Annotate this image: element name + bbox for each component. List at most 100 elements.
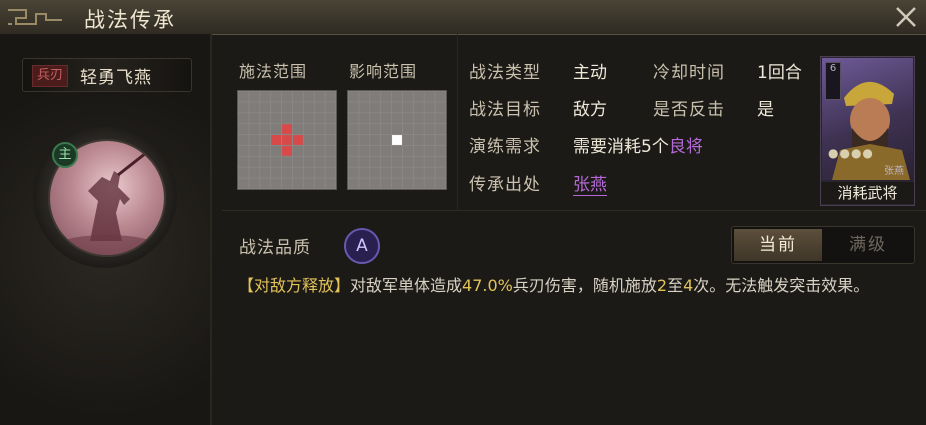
range-cell	[249, 102, 260, 113]
range-cell	[359, 113, 370, 124]
range-cell	[392, 178, 402, 189]
range-cell	[314, 135, 325, 145]
range-cell	[325, 145, 336, 156]
range-cell	[314, 102, 325, 113]
range-cell	[292, 145, 303, 156]
range-cell	[292, 178, 303, 189]
range-cell	[381, 145, 392, 156]
range-cell	[260, 113, 271, 124]
range-cell	[238, 91, 249, 102]
close-button[interactable]	[892, 3, 920, 31]
range-cell	[370, 135, 381, 145]
range-cell	[381, 91, 392, 102]
range-cell	[238, 156, 249, 167]
training-count: 5个	[641, 137, 669, 157]
range-cell	[303, 135, 314, 145]
general-name: 张燕	[884, 166, 904, 177]
skill-name-tag: 兵刃 轻勇飞燕	[22, 58, 192, 92]
range-cell	[314, 91, 325, 102]
range-cell	[359, 156, 370, 167]
range-cell	[325, 156, 336, 167]
source-label: 传承出处	[469, 175, 541, 195]
range-cell	[348, 178, 359, 189]
range-cell	[292, 156, 303, 167]
source-general-link[interactable]: 张燕	[573, 175, 607, 196]
training-label: 演练需求	[469, 137, 541, 157]
range-cell	[348, 167, 359, 178]
range-cell	[325, 102, 336, 113]
range-cell	[249, 113, 260, 124]
range-cell	[314, 145, 325, 156]
max-casts: 4	[683, 276, 694, 295]
range-cell	[303, 124, 314, 135]
effect-range-grid-graphic	[348, 91, 446, 189]
range-cell-active	[392, 135, 402, 145]
range-cell	[271, 156, 282, 167]
range-cell	[314, 156, 325, 167]
range-cell	[424, 167, 435, 178]
range-cell	[282, 102, 292, 113]
range-cell	[325, 135, 336, 145]
range-cell	[260, 167, 271, 178]
training-prefix: 需要消耗	[573, 137, 641, 157]
range-cell	[348, 135, 359, 145]
range-cell	[249, 145, 260, 156]
range-cell	[282, 167, 292, 178]
range-cell	[392, 91, 402, 102]
range-cell	[260, 102, 271, 113]
range-cell	[348, 102, 359, 113]
range-cell	[370, 178, 381, 189]
range-cell	[282, 113, 292, 124]
skill-name: 轻勇飞燕	[80, 68, 152, 88]
consume-general-card[interactable]: 6 ●●●● 张燕 消耗武将	[820, 56, 915, 206]
range-cell	[260, 124, 271, 135]
title-bar: 战法传承	[0, 0, 926, 35]
range-cell	[424, 145, 435, 156]
range-cell	[402, 124, 413, 135]
range-cell	[392, 113, 402, 124]
range-cell	[424, 91, 435, 102]
range-cell	[424, 178, 435, 189]
description-condition: 【对敌方释放】	[238, 276, 351, 295]
range-cell	[370, 102, 381, 113]
range-cell	[292, 102, 303, 113]
range-cell	[348, 145, 359, 156]
range-cell	[413, 91, 424, 102]
range-cell	[413, 178, 424, 189]
max-level-button[interactable]: 满级	[824, 229, 912, 261]
skill-type-label: 战法类型	[469, 63, 541, 83]
range-cell	[314, 113, 325, 124]
range-cell	[249, 156, 260, 167]
range-cell	[359, 91, 370, 102]
range-cell	[314, 178, 325, 189]
range-cell	[282, 156, 292, 167]
range-cell	[325, 91, 336, 102]
range-cell	[424, 135, 435, 145]
training-value: 需要消耗5个良将	[573, 132, 703, 157]
range-cell	[402, 167, 413, 178]
range-cell	[359, 178, 370, 189]
range-cell	[435, 167, 446, 178]
general-meta: 张燕	[826, 162, 910, 178]
counter-value: 是	[757, 100, 774, 120]
range-cell	[424, 156, 435, 167]
range-cell	[303, 91, 314, 102]
effect-range-grid	[347, 90, 447, 190]
range-cell	[238, 145, 249, 156]
range-cell	[238, 102, 249, 113]
close-icon[interactable]	[892, 3, 920, 31]
min-casts: 2	[656, 276, 668, 295]
range-cell	[402, 145, 413, 156]
range-cell	[413, 124, 424, 135]
current-level-button[interactable]: 当前	[734, 229, 822, 261]
range-cell	[348, 91, 359, 102]
range-cell	[282, 178, 292, 189]
range-cell	[292, 91, 303, 102]
range-cell	[381, 178, 392, 189]
range-cell	[359, 124, 370, 135]
range-cell	[370, 113, 381, 124]
range-cell	[348, 124, 359, 135]
range-cell	[238, 178, 249, 189]
range-cell	[381, 124, 392, 135]
skill-type-value: 主动	[573, 63, 607, 83]
